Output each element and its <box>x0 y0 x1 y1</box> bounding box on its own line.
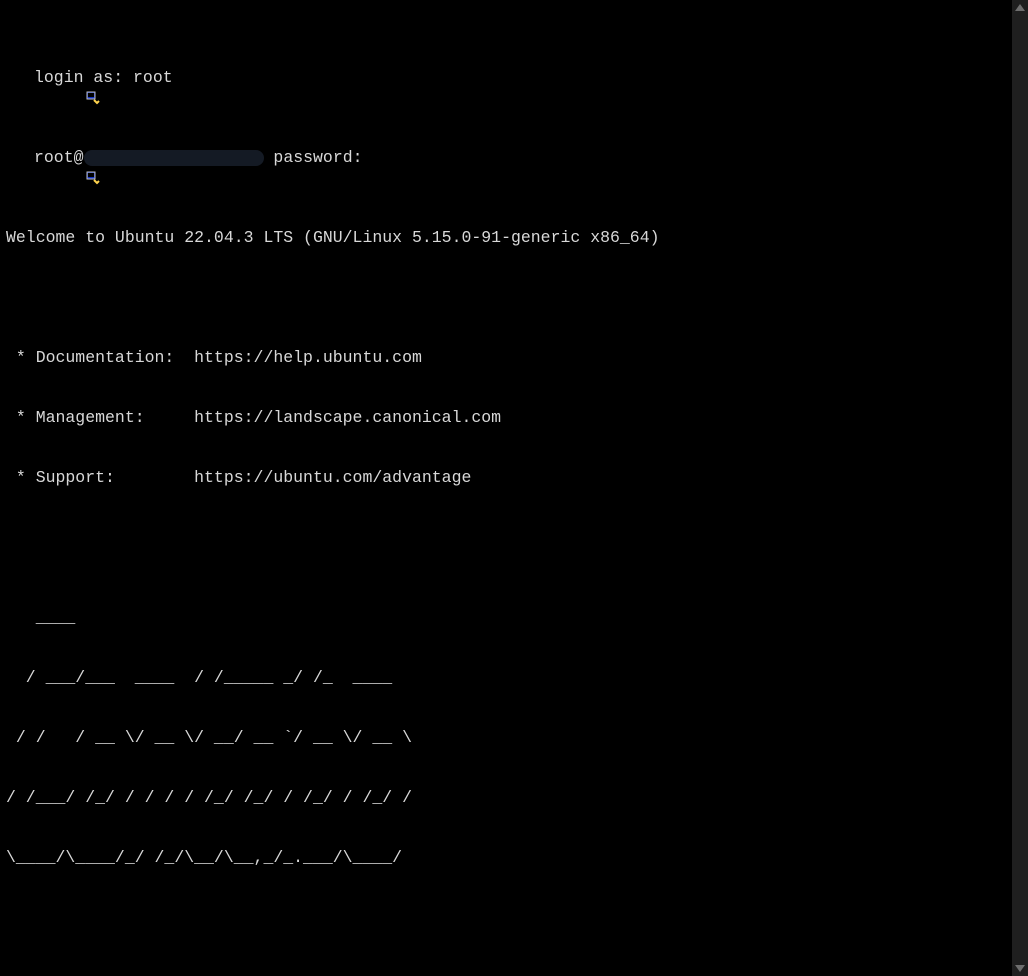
ascii-art-line: / / / __ \/ __ \/ __/ __ `/ __ \/ __ \ <box>6 728 1012 748</box>
ascii-art-line: / ___/___ ____ / /_____ _/ /_ ____ <box>6 668 1012 688</box>
scroll-down-icon[interactable] <box>1015 965 1025 972</box>
spacer <box>123 68 133 88</box>
ascii-art-line: / /___/ /_/ / / / / /_/ /_/ / /_/ / /_/ … <box>6 788 1012 808</box>
motd-welcome-text: Welcome to Ubuntu 22.04.3 LTS (GNU/Linux… <box>6 228 660 248</box>
password-host-prefix: root@ <box>34 148 84 168</box>
ascii-l2: / ___/___ ____ / /_____ _/ /_ ____ <box>6 668 392 688</box>
putty-icon <box>6 150 22 166</box>
motd-sup-text: * Support: https://ubuntu.com/advantage <box>6 468 471 488</box>
motd-mgmt-text: * Management: https://landscape.canonica… <box>6 408 501 428</box>
ascii-l3: / / / __ \/ __ \/ __/ __ `/ __ \/ __ \ <box>6 728 412 748</box>
blank-line <box>6 928 1012 948</box>
spacer <box>264 148 274 168</box>
scroll-up-icon[interactable] <box>1015 4 1025 11</box>
password-label: password: <box>273 148 362 168</box>
redacted-hostname <box>84 150 264 166</box>
blank-line <box>6 288 1012 308</box>
motd-doc-text: * Documentation: https://help.ubuntu.com <box>6 348 422 368</box>
scrollbar[interactable] <box>1012 0 1028 976</box>
motd-mgmt-link: * Management: https://landscape.canonica… <box>6 408 1012 428</box>
login-as-label: login as: <box>34 68 123 88</box>
motd-doc-link: * Documentation: https://help.ubuntu.com <box>6 348 1012 368</box>
login-as-line: login as: root <box>6 68 1012 88</box>
motd-sup-link: * Support: https://ubuntu.com/advantage <box>6 468 1012 488</box>
ascii-l4: / /___/ /_/ / / / / /_/ /_/ / /_/ / /_/ … <box>6 788 412 808</box>
ascii-l5: \____/\____/_/ /_/\__/\__,_/_.___/\____/ <box>6 848 402 868</box>
ascii-art-line: ____ <box>6 608 1012 628</box>
terminal-window: login as: root root@ password: Welcome t… <box>0 0 1028 976</box>
putty-icon <box>6 70 22 86</box>
login-user: root <box>133 68 173 88</box>
password-line: root@ password: <box>6 148 1012 168</box>
ascii-art-line: \____/\____/_/ /_/\__/\__,_/_.___/\____/ <box>6 848 1012 868</box>
ascii-l1: ____ <box>6 608 75 628</box>
blank-line <box>6 528 1012 548</box>
motd-welcome: Welcome to Ubuntu 22.04.3 LTS (GNU/Linux… <box>6 228 1012 248</box>
terminal-output[interactable]: login as: root root@ password: Welcome t… <box>0 0 1012 976</box>
